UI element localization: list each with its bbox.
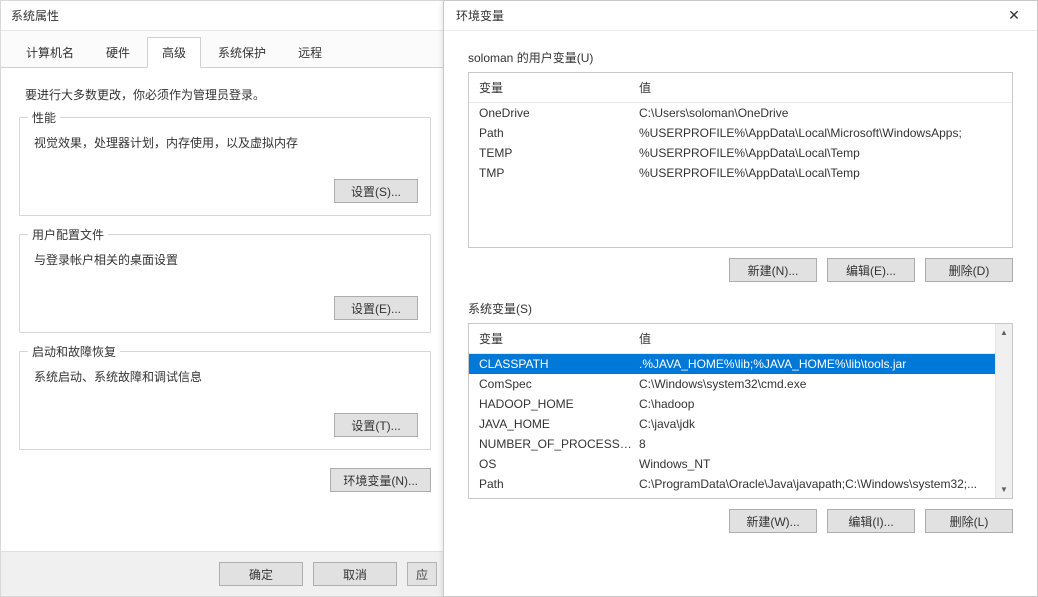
col-name-header: 变量 — [479, 330, 639, 347]
table-row[interactable]: JAVA_HOMEC:\java\jdk — [469, 414, 995, 434]
var-name: TMP — [479, 166, 639, 180]
var-value: C:\java\jdk — [639, 417, 985, 431]
table-row[interactable]: NUMBER_OF_PROCESSORS8 — [469, 434, 995, 454]
system-vars-table[interactable]: 变量 值 CLASSPATH.%JAVA_HOME%\lib;%JAVA_HOM… — [468, 323, 1013, 499]
apply-button[interactable]: 应 — [407, 562, 437, 586]
table-row[interactable]: TMP%USERPROFILE%\AppData\Local\Temp — [469, 163, 1012, 183]
table-row[interactable]: CLASSPATH.%JAVA_HOME%\lib;%JAVA_HOME%\li… — [469, 354, 995, 374]
var-value: %USERPROFILE%\AppData\Local\Temp — [639, 166, 1002, 180]
system-vars-rows: CLASSPATH.%JAVA_HOME%\lib;%JAVA_HOME%\li… — [469, 354, 995, 494]
col-value-header: 值 — [639, 330, 968, 347]
var-value: C:\Windows\system32\cmd.exe — [639, 377, 985, 391]
system-new-button[interactable]: 新建(W)... — [729, 509, 817, 533]
var-name: OneDrive — [479, 106, 639, 120]
var-name: OS — [479, 457, 639, 471]
system-properties-titlebar: 系统属性 — [1, 1, 449, 31]
performance-settings-button[interactable]: 设置(S)... — [334, 179, 418, 203]
table-row[interactable]: OSWindows_NT — [469, 454, 995, 474]
var-value: 8 — [639, 437, 985, 451]
system-properties-title: 系统属性 — [11, 7, 59, 24]
var-value: C:\ProgramData\Oracle\Java\javapath;C:\W… — [639, 477, 985, 491]
var-name: ComSpec — [479, 377, 639, 391]
tab-1[interactable]: 硬件 — [91, 37, 145, 67]
user-vars-label: soloman 的用户变量(U) — [468, 49, 1013, 66]
user-edit-button[interactable]: 编辑(E)... — [827, 258, 915, 282]
environment-variables-button[interactable]: 环境变量(N)... — [330, 468, 431, 492]
env-titlebar: 环境变量 ✕ — [444, 1, 1037, 31]
table-row[interactable]: ComSpecC:\Windows\system32\cmd.exe — [469, 374, 995, 394]
var-value: C:\Users\soloman\OneDrive — [639, 106, 1002, 120]
tab-body-advanced: 要进行大多数更改，你必须作为管理员登录。 性能 视觉效果，处理器计划，内存使用，… — [1, 68, 449, 551]
tab-4[interactable]: 远程 — [283, 37, 337, 67]
cancel-button[interactable]: 取消 — [313, 562, 397, 586]
col-name-header: 变量 — [479, 79, 639, 96]
var-name: Path — [479, 126, 639, 140]
group-startup-recovery-desc: 系统启动、系统故障和调试信息 — [32, 368, 418, 385]
group-performance: 性能 视觉效果，处理器计划，内存使用，以及虚拟内存 设置(S)... — [19, 117, 431, 216]
var-value: Windows_NT — [639, 457, 985, 471]
table-row[interactable]: Path%USERPROFILE%\AppData\Local\Microsof… — [469, 123, 1012, 143]
user-vars-table[interactable]: 变量 值 OneDriveC:\Users\soloman\OneDrivePa… — [468, 72, 1013, 248]
var-name: CLASSPATH — [479, 357, 639, 371]
table-row[interactable]: PathC:\ProgramData\Oracle\Java\javapath;… — [469, 474, 995, 494]
close-glyph: ✕ — [1008, 7, 1020, 24]
group-performance-legend: 性能 — [28, 109, 60, 126]
system-properties-dialog: 系统属性 计算机名硬件高级系统保护远程 要进行大多数更改，你必须作为管理员登录。… — [0, 0, 450, 597]
env-title: 环境变量 — [456, 7, 504, 24]
startup-recovery-settings-button[interactable]: 设置(T)... — [334, 413, 418, 437]
system-vars-label: 系统变量(S) — [468, 300, 1013, 317]
group-user-profiles: 用户配置文件 与登录帐户相关的桌面设置 设置(E)... — [19, 234, 431, 333]
var-value: %USERPROFILE%\AppData\Local\Microsoft\Wi… — [639, 126, 1002, 140]
system-properties-footer: 确定 取消 应 — [1, 551, 449, 596]
user-delete-button[interactable]: 删除(D) — [925, 258, 1013, 282]
system-vars-buttons: 新建(W)... 编辑(I)... 删除(L) — [468, 509, 1013, 533]
group-performance-desc: 视觉效果，处理器计划，内存使用，以及虚拟内存 — [32, 134, 418, 151]
group-startup-recovery: 启动和故障恢复 系统启动、系统故障和调试信息 设置(T)... — [19, 351, 431, 450]
var-name: TEMP — [479, 146, 639, 160]
user-vars-buttons: 新建(N)... 编辑(E)... 删除(D) — [468, 258, 1013, 282]
table-row[interactable]: OneDriveC:\Users\soloman\OneDrive — [469, 103, 1012, 123]
system-delete-button[interactable]: 删除(L) — [925, 509, 1013, 533]
system-edit-button[interactable]: 编辑(I)... — [827, 509, 915, 533]
user-new-button[interactable]: 新建(N)... — [729, 258, 817, 282]
ok-button[interactable]: 确定 — [219, 562, 303, 586]
var-name: HADOOP_HOME — [479, 397, 639, 411]
admin-hint: 要进行大多数更改，你必须作为管理员登录。 — [25, 86, 431, 103]
tabstrip: 计算机名硬件高级系统保护远程 — [1, 31, 449, 68]
var-value: %USERPROFILE%\AppData\Local\Temp — [639, 146, 1002, 160]
scrollbar[interactable]: ▲ ▼ — [995, 324, 1012, 498]
env-body: soloman 的用户变量(U) 变量 值 OneDriveC:\Users\s… — [444, 31, 1037, 596]
tab-0[interactable]: 计算机名 — [11, 37, 89, 67]
col-value-header: 值 — [639, 79, 1002, 96]
var-value: C:\hadoop — [639, 397, 985, 411]
group-user-profiles-desc: 与登录帐户相关的桌面设置 — [32, 251, 418, 268]
user-vars-header: 变量 值 — [469, 73, 1012, 103]
tab-2[interactable]: 高级 — [147, 37, 201, 68]
scroll-up-icon[interactable]: ▲ — [996, 324, 1012, 341]
group-user-profiles-legend: 用户配置文件 — [28, 226, 108, 243]
close-icon[interactable]: ✕ — [991, 1, 1037, 31]
var-name: JAVA_HOME — [479, 417, 639, 431]
var-name: NUMBER_OF_PROCESSORS — [479, 437, 639, 451]
table-row[interactable]: HADOOP_HOMEC:\hadoop — [469, 394, 995, 414]
group-startup-recovery-legend: 启动和故障恢复 — [28, 343, 120, 360]
tab-3[interactable]: 系统保护 — [203, 37, 281, 67]
system-vars-header: 变量 值 — [469, 324, 995, 354]
system-vars-rows-wrap: 变量 值 CLASSPATH.%JAVA_HOME%\lib;%JAVA_HOM… — [469, 324, 995, 498]
var-value: .%JAVA_HOME%\lib;%JAVA_HOME%\lib\tools.j… — [639, 357, 985, 371]
scroll-down-icon[interactable]: ▼ — [996, 481, 1012, 498]
environment-variables-dialog: 环境变量 ✕ soloman 的用户变量(U) 变量 值 OneDriveC:\… — [443, 0, 1038, 597]
var-name: Path — [479, 477, 639, 491]
user-vars-rows: OneDriveC:\Users\soloman\OneDrivePath%US… — [469, 103, 1012, 248]
table-row[interactable]: TEMP%USERPROFILE%\AppData\Local\Temp — [469, 143, 1012, 163]
user-profiles-settings-button[interactable]: 设置(E)... — [334, 296, 418, 320]
